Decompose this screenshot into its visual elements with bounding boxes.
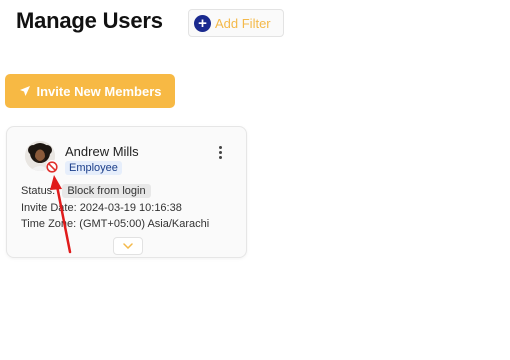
user-name: Andrew Mills [65,144,139,159]
add-filter-label: Add Filter [215,15,271,31]
invite-new-members-button[interactable]: Invite New Members [5,74,175,108]
invite-date-row: Invite Date: 2024-03-19 10:16:38 [21,202,182,214]
block-icon [46,160,58,173]
user-card: Andrew Mills Employee Status: Block from… [6,126,247,258]
invite-date-label: Invite Date: [21,202,77,214]
status-label: Status: [21,185,56,197]
status-row: Status: Block from login [21,184,151,198]
invite-button-label: Invite New Members [36,83,162,99]
timezone-label: Time Zone: [21,218,77,230]
expand-card-button[interactable] [113,237,143,255]
plus-circle-icon: + [194,14,211,32]
manage-users-page: Manage Users + Add Filter Invite New Mem… [0,0,510,360]
chevron-down-icon [123,243,133,249]
role-badge: Employee [65,161,122,175]
page-title: Manage Users [16,8,163,33]
invite-date-value: 2024-03-19 10:16:38 [79,202,182,214]
paper-plane-icon [19,86,30,96]
status-badge: Block from login [62,184,151,198]
add-filter-button[interactable]: + Add Filter [188,9,284,37]
vertical-dots-icon [218,145,222,149]
timezone-value: (GMT+05:00) Asia/Karachi [79,218,210,230]
more-options-button[interactable] [213,143,227,161]
timezone-row: Time Zone: (GMT+05:00) Asia/Karachi [21,218,209,230]
